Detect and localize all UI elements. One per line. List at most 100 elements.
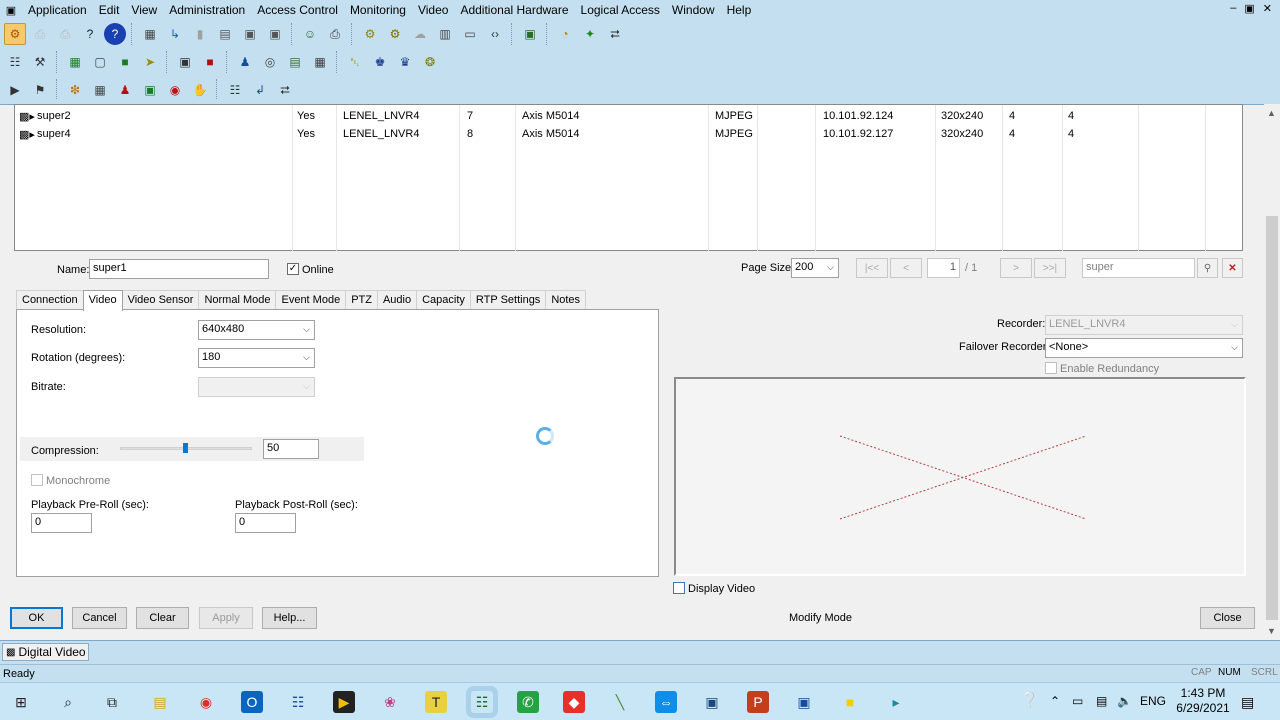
sticky-notes-icon[interactable]: ■ [839,691,861,713]
tab-video-sensor[interactable]: Video Sensor [121,290,200,310]
menu-edit[interactable]: Edit [93,0,126,20]
menu-video[interactable]: Video [412,0,454,20]
last-page-button[interactable]: >>| [1034,258,1066,278]
archive-icon[interactable]: ▥ [434,23,456,45]
alarm-panel-icon[interactable]: ■ [199,51,221,73]
alarms-icon[interactable]: ❇ [64,79,86,101]
bell-icon[interactable]: ␇ [344,51,366,73]
media-player-icon[interactable]: ▶ [333,691,355,713]
scroll-down-icon[interactable]: ▼ [1267,626,1276,636]
readers-icon[interactable]: ▢ [89,51,111,73]
restore-icon[interactable]: ▣ [1244,2,1254,15]
first-page-button[interactable]: |<< [856,258,888,278]
computer-icon[interactable]: ▣ [793,691,815,713]
intrusion-icon[interactable]: ▣ [174,51,196,73]
help-icon[interactable]: ? [79,23,101,45]
hand-icon[interactable]: ✋ [189,79,211,101]
close-button[interactable]: Close [1200,607,1255,629]
scrollbar-thumb[interactable] [1266,216,1278,620]
alarm-monitor-icon[interactable]: ⚙ [4,23,26,45]
menu-view[interactable]: View [125,0,163,20]
page-size-select[interactable]: 200 ⌵ [791,258,839,278]
clear-search-button[interactable]: ✕ [1222,258,1243,278]
preroll-input[interactable]: 0 [31,513,92,533]
code-icon[interactable]: ‹› [484,23,506,45]
workstations-icon[interactable]: ⚙ [384,23,406,45]
dialog-icon[interactable]: ▣ [264,23,286,45]
link-icon[interactable]: ⮂ [274,79,296,101]
search-button[interactable]: ⚲ [1197,258,1218,278]
compression-slider-thumb[interactable] [183,443,188,453]
users-icon[interactable]: ☺ [299,23,321,45]
compression-input[interactable]: 50 [263,439,319,459]
tab-ptz[interactable]: PTZ [345,290,378,310]
tab-normal-mode[interactable]: Normal Mode [198,290,277,310]
tab-connection[interactable]: Connection [16,290,84,310]
printer-setup-icon[interactable]: ⎙ [324,23,346,45]
chrome-icon[interactable]: ◉ [195,691,217,713]
panels-icon[interactable]: ▦ [64,51,86,73]
start-icon[interactable]: ⊞ [10,691,32,713]
battery-icon[interactable]: ▭ [1072,694,1083,708]
network-tray-icon[interactable]: ▤ [1096,694,1107,708]
language-indicator[interactable]: ENG [1140,694,1166,708]
menu-monitoring[interactable]: Monitoring [344,0,412,20]
system-tree-icon[interactable]: ☷ [4,51,26,73]
import-icon[interactable]: ▣ [519,23,541,45]
search-input[interactable]: super [1082,258,1195,278]
cardholders-icon[interactable]: ▦ [139,23,161,45]
signal-icon[interactable]: ❂ [419,51,441,73]
outlook-icon[interactable]: O [241,691,263,713]
cancel-button[interactable]: Cancel [72,607,127,629]
network-app-icon[interactable]: ☷ [287,691,309,713]
menu-additional-hardware[interactable]: Additional Hardware [454,0,574,20]
officer-icon[interactable]: ♛ [394,51,416,73]
chevron-up-icon[interactable]: ⌃ [1050,694,1060,708]
arrow-app-icon[interactable]: ▸ [885,691,907,713]
matrix-icon[interactable]: ▦ [89,79,111,101]
next-page-button[interactable]: > [1000,258,1032,278]
topology-icon[interactable]: ⮂ [604,23,626,45]
print-preview-icon[interactable]: ⎙ [29,23,51,45]
camera-tree-icon[interactable]: ⚑ [29,79,51,101]
clear-button[interactable]: Clear [136,607,189,629]
reports-icon[interactable]: ▤ [214,23,236,45]
name-input[interactable]: super1 [89,259,269,279]
tab-notes[interactable]: Notes [545,290,587,310]
target-icon[interactable]: ◉ [164,79,186,101]
onguard-icon[interactable]: ☷ [471,691,493,713]
table-row[interactable]: ▩▸ super4 Yes LENEL_LNVR4 8 Axis M5014 M… [15,125,1244,143]
export-icon[interactable]: ↲ [249,79,271,101]
volume-icon[interactable]: 🔈 [1117,694,1132,708]
task-view-icon[interactable]: ⧉ [101,691,123,713]
help-tray-icon[interactable]: ❔ [1020,691,1039,709]
menu-help[interactable]: Help [721,0,758,20]
tab-capacity[interactable]: Capacity [416,290,471,310]
cloud-icon[interactable]: ☁ [409,23,431,45]
rotation-select[interactable]: 180 ⌵ [198,348,315,368]
tab-event-mode[interactable]: Event Mode [275,290,347,310]
forms-icon[interactable]: ▣ [239,23,261,45]
ok-button[interactable]: OK [10,607,63,629]
vertical-scrollbar[interactable]: ▲ ▼ [1264,104,1280,640]
prev-page-button[interactable]: < [890,258,922,278]
help-topics-icon[interactable]: ? [104,23,126,45]
notifications-icon[interactable]: ▤ [1241,694,1254,711]
anydesk-icon[interactable]: ◆ [563,691,585,713]
system-options-icon[interactable]: ⚙ [359,23,381,45]
tools-icon[interactable]: ⚒ [29,51,51,73]
access-levels-icon[interactable]: ↳ [164,23,186,45]
tool-icon[interactable]: ╲ [609,691,631,713]
online-checkbox[interactable]: ✓ [287,263,299,275]
clock-icon[interactable]: ◔ [554,23,576,45]
text-editor-icon[interactable]: T [425,691,447,713]
menu-access-control[interactable]: Access Control [251,0,344,20]
person-icon[interactable]: ♟ [114,79,136,101]
guard-icon[interactable]: ♚ [369,51,391,73]
ptz-icon[interactable]: ☷ [224,79,246,101]
menu-window[interactable]: Window [666,0,721,20]
globe-icon[interactable]: ◎ [259,51,281,73]
whatsapp-icon[interactable]: ✆ [517,691,539,713]
clock[interactable]: 1:43 PM 6/29/2021 [1175,686,1231,716]
digital-video-icon[interactable]: ▶ [4,79,26,101]
